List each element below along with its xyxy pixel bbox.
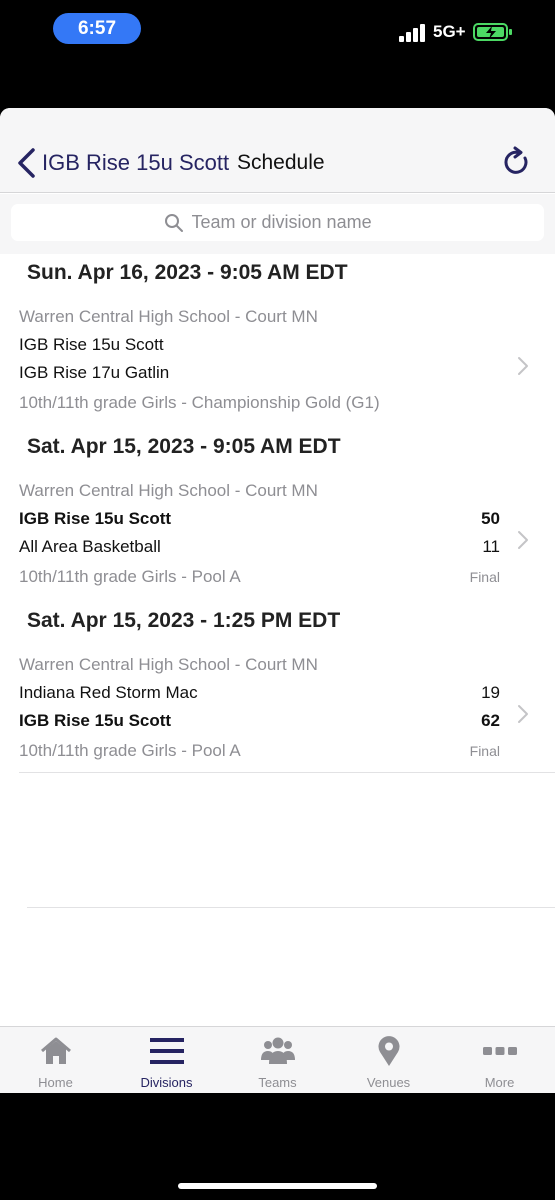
game-division: 10th/11th grade Girls - Championship Gol… bbox=[19, 393, 380, 412]
page-title: Schedule bbox=[237, 151, 325, 174]
navigation-bar: IGB Rise 15u Scott Schedule bbox=[0, 108, 555, 193]
back-button[interactable]: IGB Rise 15u Scott bbox=[42, 150, 229, 176]
tab-bar: Home Divisions Teams Venues More bbox=[0, 1026, 555, 1093]
day-header: Sun. Apr 16, 2023 - 9:05 AM EDT bbox=[27, 261, 348, 284]
list-divider bbox=[19, 772, 555, 773]
tab-teams[interactable]: Teams bbox=[222, 1027, 333, 1093]
game-row[interactable]: Warren Central High School - Court MN In… bbox=[0, 647, 555, 767]
game-team-2: IGB Rise 15u Scott bbox=[19, 711, 172, 730]
tab-label: Divisions bbox=[140, 1075, 193, 1090]
search-icon bbox=[164, 213, 183, 232]
map-pin-icon bbox=[378, 1036, 400, 1066]
game-venue: Warren Central High School - Court MN bbox=[19, 307, 318, 326]
refresh-icon[interactable] bbox=[500, 146, 532, 178]
game-status: Final bbox=[469, 569, 500, 585]
game-score-1: 19 bbox=[481, 683, 500, 702]
game-venue: Warren Central High School - Court MN bbox=[19, 655, 318, 674]
game-row[interactable]: Warren Central High School - Court MN IG… bbox=[0, 473, 555, 593]
people-icon bbox=[261, 1037, 295, 1064]
game-division: 10th/11th grade Girls - Pool A bbox=[19, 567, 241, 586]
game-score-2: 62 bbox=[481, 711, 500, 730]
search-input[interactable] bbox=[191, 212, 392, 233]
tab-label: Venues bbox=[366, 1075, 411, 1090]
tab-home[interactable]: Home bbox=[0, 1027, 111, 1093]
home-indicator bbox=[178, 1183, 377, 1189]
tab-divisions[interactable]: Divisions bbox=[111, 1027, 222, 1093]
tab-label: More bbox=[484, 1075, 515, 1090]
house-icon bbox=[41, 1037, 71, 1064]
chevron-right-icon bbox=[518, 357, 528, 375]
day-header: Sat. Apr 15, 2023 - 9:05 AM EDT bbox=[27, 435, 341, 458]
search-box[interactable] bbox=[11, 204, 544, 241]
game-team-1: IGB Rise 15u Scott bbox=[19, 509, 172, 528]
chevron-left-icon[interactable] bbox=[14, 146, 40, 180]
list-icon bbox=[150, 1038, 184, 1064]
game-team-1: IGB Rise 15u Scott bbox=[19, 335, 164, 354]
chevron-right-icon bbox=[518, 531, 528, 549]
tab-label: Home bbox=[38, 1075, 73, 1090]
tab-label: Teams bbox=[258, 1075, 297, 1090]
game-score-1: 50 bbox=[481, 509, 500, 528]
game-team-2: All Area Basketball bbox=[19, 537, 161, 556]
game-row[interactable]: Warren Central High School - Court MN IG… bbox=[0, 299, 555, 419]
game-team-1: Indiana Red Storm Mac bbox=[19, 683, 198, 702]
app-sheet: IGB Rise 15u Scott Schedule Sun. Apr 16,… bbox=[0, 108, 555, 1093]
status-time: 6:57 bbox=[53, 13, 141, 44]
chevron-right-icon bbox=[518, 705, 528, 723]
list-divider bbox=[27, 907, 555, 908]
search-bar bbox=[0, 194, 555, 254]
signal-icon bbox=[399, 22, 429, 42]
game-division: 10th/11th grade Girls - Pool A bbox=[19, 741, 241, 760]
ellipsis-icon bbox=[483, 1047, 517, 1055]
game-score-2: 11 bbox=[482, 537, 500, 556]
tab-venues[interactable]: Venues bbox=[333, 1027, 444, 1093]
day-header: Sat. Apr 15, 2023 - 1:25 PM EDT bbox=[27, 609, 341, 632]
tab-more[interactable]: More bbox=[444, 1027, 555, 1093]
game-venue: Warren Central High School - Court MN bbox=[19, 481, 318, 500]
game-team-2: IGB Rise 17u Gatlin bbox=[19, 363, 170, 382]
battery-charging-icon bbox=[473, 23, 512, 41]
status-bar: 6:57 5G+ bbox=[0, 0, 555, 60]
network-label: 5G+ bbox=[433, 22, 466, 41]
game-status: Final bbox=[469, 743, 500, 759]
